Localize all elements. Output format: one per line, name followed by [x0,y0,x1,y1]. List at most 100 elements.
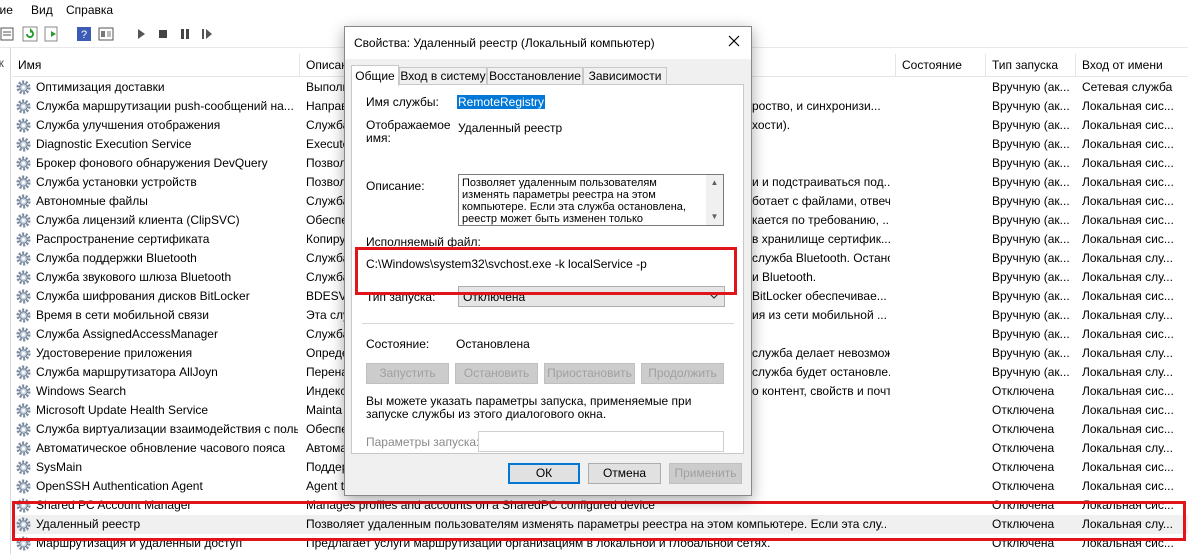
tab-general[interactable]: Общие [351,65,399,86]
service-startup-type: Вручную (ак... [992,137,1070,151]
service-startup-type: Вручную (ак... [992,289,1070,303]
service-startup-type: Вручную (ак... [992,327,1070,341]
cancel-button[interactable]: Отмена [588,463,661,484]
service-status [902,249,984,268]
refresh-icon[interactable] [22,26,38,42]
column-header-startup-type[interactable]: Тип запуска [986,54,1076,76]
service-name: Служба шифрования дисков BitLocker [36,289,250,303]
ok-button[interactable]: ОК [508,463,580,484]
gear-icon [16,118,31,133]
service-startup-type: Отключена [992,422,1055,436]
dialog-titlebar[interactable]: Свойства: Удаленный реестр (Локальный ко… [345,27,751,59]
service-description-tail [752,477,890,496]
service-name: Diagnostic Execution Service [36,137,192,151]
service-startup-type: Вручную (ак... [992,232,1070,246]
service-description-tail [752,458,890,477]
pause-button[interactable]: Приостановить [544,363,635,384]
column-header-status[interactable]: Состояние [896,54,986,76]
service-startup-type: Вручную (ак... [992,308,1070,322]
close-icon[interactable] [725,32,743,50]
service-name: Windows Search [36,384,127,398]
service-startup-type: Отключена [992,441,1055,455]
resume-button[interactable]: Продолжить [641,363,724,384]
service-name: Служба установки устройств [36,175,197,189]
start-params-hint: Вы можете указать параметры запуска, при… [366,394,692,421]
service-name: Служба маршрутизатора AllJoyn [36,365,218,379]
column-header-logon[interactable]: Вход от имени [1076,54,1188,76]
service-status [902,420,984,439]
description-text: Позволяет удаленным пользователям изменя… [462,177,686,225]
service-logon: Сетевая служба [1082,80,1173,94]
gear-icon [16,175,31,190]
service-description-tail: служба делает невозможны... [752,346,890,360]
gear-icon [16,213,31,228]
console-tree-label: ок [0,56,4,70]
service-description-tail: роство, и синхронизи... [752,99,881,113]
menu-view[interactable]: Вид [31,3,53,17]
apply-button[interactable]: Применить [669,463,742,484]
service-name: Служба улучшения отображения [36,118,221,132]
service-logon: Локальная сис... [1082,175,1174,189]
service-description-tail: служба Bluetooth. Останов... [752,251,890,265]
tab-recovery[interactable]: Восстановление [487,67,583,84]
pause-service-icon[interactable] [177,26,193,42]
service-status [902,401,984,420]
stop-button[interactable]: Остановить [455,363,538,384]
gear-icon [16,365,31,380]
service-status [902,97,984,116]
gear-icon [16,80,31,95]
service-logon: Локальная слу... [1082,346,1173,360]
service-startup-type: Вручную (ак... [992,175,1070,189]
tab-dependencies[interactable]: Зависимости [583,67,667,84]
scroll-down-icon[interactable]: ▼ [706,209,723,225]
scroll-up-icon[interactable]: ▲ [706,175,723,191]
service-startup-type: Вручную (ак... [992,251,1070,265]
description-box[interactable]: Позволяет удаленным пользователям изменя… [458,174,724,226]
service-logon: Локальная сис... [1082,422,1174,436]
gear-icon [16,251,31,266]
service-name: Время в сети мобильной связи [36,308,209,322]
service-description-tail: о контент, свойств и почт... [752,384,890,398]
service-logon: Локальная сис... [1082,213,1174,227]
service-description-tail [752,401,890,420]
service-status [902,78,984,97]
description-scrollbar[interactable]: ▲ ▼ [706,175,723,225]
console-icon[interactable] [98,26,114,42]
start-service-icon[interactable] [133,26,149,42]
service-name-value[interactable]: RemoteRegistry [457,95,546,109]
display-name-value[interactable]: Удаленный реестр [458,121,562,135]
service-name: Служба звукового шлюза Bluetooth [36,270,232,284]
export-list-icon[interactable] [44,26,60,42]
gear-icon [16,99,31,114]
service-name-label: Имя службы: [366,95,439,109]
service-status [902,306,984,325]
menu-action[interactable]: зие [0,3,13,17]
properties-icon[interactable] [0,26,16,42]
description-label: Описание: [366,179,425,193]
service-description-tail: и Bluetooth. [752,270,817,284]
service-logon: Локальная сис... [1082,460,1174,474]
help-icon[interactable]: ? [76,26,92,42]
service-startup-type: Вручную (ак... [992,118,1070,132]
service-status [902,154,984,173]
service-name: Распространение сертификата [36,232,210,246]
service-name: Брокер фонового обнаружения DevQuery [36,156,268,170]
service-name: Удостоверение приложения [36,346,193,360]
service-status [902,439,984,458]
service-logon: Локальная сис... [1082,99,1174,113]
column-header-name[interactable]: Имя [12,54,300,76]
service-logon: Локальная сис... [1082,232,1174,246]
tab-logon[interactable]: Вход в систему [399,67,487,84]
display-name-label: Отображаемое имя: [366,119,451,145]
service-startup-type: Отключена [992,403,1055,417]
service-description-tail: ботает с файлами, отвечает... [752,194,890,208]
gear-icon [16,289,31,304]
start-button[interactable]: Запустить [366,363,449,384]
menu-help[interactable]: Справка [66,3,113,17]
stop-service-icon[interactable] [155,26,171,42]
start-params-input[interactable] [478,431,724,452]
service-description-tail: служба будет остановле... [752,365,890,379]
service-name: Служба AssignedAccessManager [36,327,218,341]
gear-icon [16,346,31,361]
restart-service-icon[interactable] [199,26,215,42]
